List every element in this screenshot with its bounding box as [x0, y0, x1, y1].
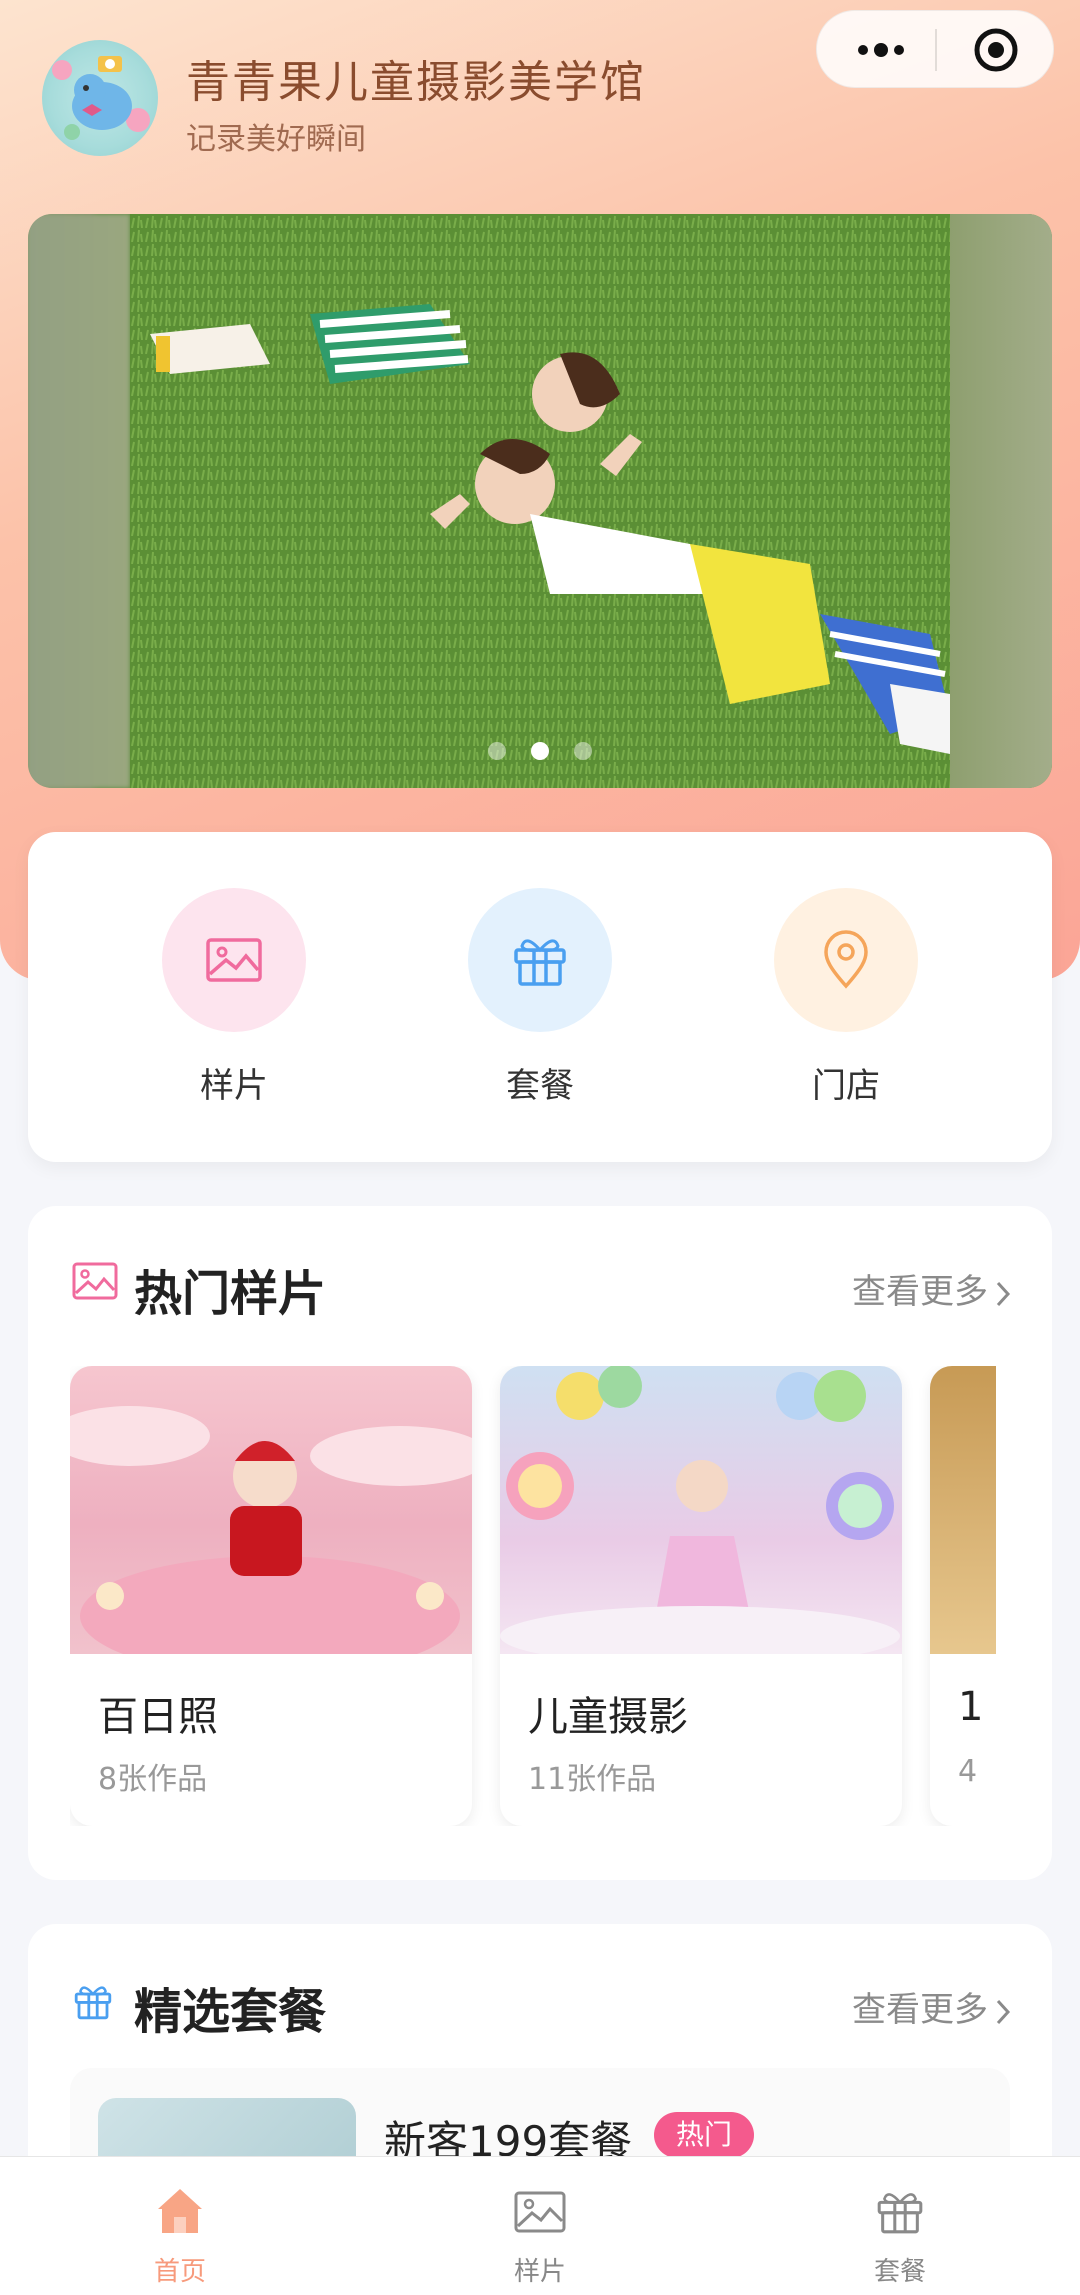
shop-subtitle: 记录美好瞬间 [186, 122, 366, 157]
sample-carousel[interactable]: 百日照 8张作品 儿童摄影 11张作品 1 4 [70, 1366, 996, 1826]
capsule-divider [935, 29, 937, 71]
view-more-label: 查看更多 [852, 1272, 988, 1312]
location-pin-icon [824, 930, 868, 989]
close-miniprogram-icon[interactable] [973, 27, 1019, 73]
view-more-link[interactable]: 查看更多 [852, 1982, 1012, 2031]
carousel-dot[interactable] [574, 742, 593, 760]
featured-packages-header: 精选套餐 查看更多 [72, 1972, 1012, 2040]
quick-link-label: 套餐 [506, 1066, 574, 1106]
tab-packages[interactable]: 套餐 [800, 2185, 1000, 2288]
shop-title: 青青果儿童摄影美学馆 [186, 57, 646, 108]
view-more-label: 查看更多 [852, 1990, 988, 2030]
sample-card-name: 百日照 [98, 1694, 218, 1740]
tab-samples[interactable]: 样片 [440, 2185, 640, 2288]
packages-icon-circle [468, 888, 612, 1032]
samples-icon-circle [162, 888, 306, 1032]
image-icon [514, 2191, 566, 2233]
sample-card-image [930, 1366, 996, 1654]
image-icon [206, 938, 262, 982]
hot-samples-section: 热门样片 查看更多 百日照 8张作品 儿童摄影 11张作品 1 4 [28, 1206, 1052, 1880]
banner-prev-peek [28, 214, 130, 788]
view-more-link[interactable]: 查看更多 [852, 1264, 1012, 1313]
section-title: 热门样片 [134, 1266, 327, 1322]
sample-card-image [500, 1366, 902, 1654]
bottom-tab-bar: 首页 样片 套餐 [0, 2156, 1080, 2295]
sample-card[interactable]: 1 4 [930, 1366, 996, 1826]
quick-link-packages[interactable]: 套餐 [450, 888, 630, 1107]
tab-label: 样片 [513, 2257, 566, 2287]
chevron-right-icon [996, 1281, 1011, 1306]
sample-card-image [70, 1366, 472, 1654]
section-title: 精选套餐 [134, 1984, 327, 2040]
image-icon [72, 1262, 118, 1300]
shop-logo-avatar[interactable] [42, 40, 158, 156]
chevron-right-icon [996, 1999, 1011, 2024]
sample-card[interactable]: 百日照 8张作品 [70, 1366, 472, 1826]
tab-home[interactable]: 首页 [80, 2185, 280, 2288]
carousel-indicator [28, 742, 1052, 764]
banner-next-peek [950, 214, 1052, 788]
sample-card-count: 8张作品 [98, 1762, 208, 1797]
banner-carousel[interactable] [28, 214, 1052, 788]
carousel-dot[interactable] [487, 742, 506, 760]
stores-icon-circle [774, 888, 918, 1032]
hot-samples-header: 热门样片 查看更多 [72, 1254, 1012, 1322]
tab-label: 首页 [153, 2257, 206, 2287]
sample-card-name: 1 [958, 1684, 984, 1730]
banner-photo[interactable] [130, 214, 950, 788]
quick-link-samples[interactable]: 样片 [144, 888, 324, 1107]
gift-icon [877, 2193, 923, 2234]
quick-link-label: 门店 [812, 1066, 880, 1106]
sample-card-name: 儿童摄影 [528, 1694, 688, 1740]
more-options-icon[interactable] [851, 35, 911, 65]
tab-label: 套餐 [873, 2257, 926, 2287]
quick-link-stores[interactable]: 门店 [756, 888, 936, 1107]
sample-card[interactable]: 儿童摄影 11张作品 [500, 1366, 902, 1826]
home-icon [158, 2189, 202, 2233]
hot-badge: 热门 [654, 2112, 755, 2158]
gift-icon [514, 939, 566, 986]
quick-links-panel: 样片 套餐 门店 [28, 832, 1052, 1162]
miniprogram-capsule [816, 10, 1054, 88]
sample-card-count: 4 [958, 1754, 978, 1789]
sample-card-count: 11张作品 [528, 1762, 657, 1797]
carousel-dot-active[interactable] [531, 742, 549, 760]
quick-link-label: 样片 [200, 1066, 268, 1106]
gift-icon [74, 1986, 112, 2020]
